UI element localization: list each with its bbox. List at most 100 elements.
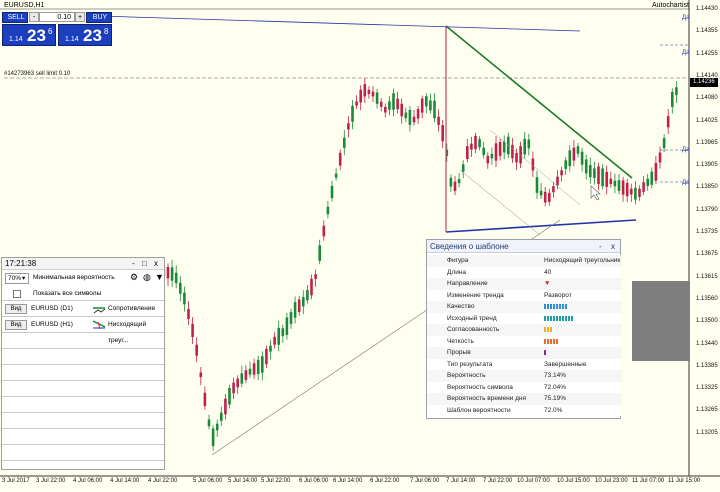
- sell-price-sup: 6: [48, 27, 53, 36]
- candle-body: [466, 146, 469, 160]
- right-marker[interactable]: Да: [682, 147, 689, 153]
- price-scale-label: 1.13440: [696, 340, 718, 347]
- sell-price-box[interactable]: 1.14 23 6: [2, 24, 56, 46]
- empty-list-row: [2, 413, 164, 429]
- candle-body: [666, 116, 670, 128]
- time-scale-label: 10 Jul 15:00: [557, 478, 590, 484]
- gear-icon[interactable]: ⚙: [130, 272, 138, 283]
- candle-body: [609, 178, 613, 185]
- price-scale-label: 1.13385: [696, 362, 718, 369]
- rating-bar: [544, 338, 546, 344]
- info-label: Качество: [447, 303, 475, 310]
- info-value: [544, 304, 568, 311]
- candle-body: [240, 373, 244, 384]
- descending-triangle-icon: [92, 320, 106, 330]
- candle-body: [556, 176, 559, 186]
- time-scale-label: 7 Jul 14:00: [446, 478, 476, 484]
- minimize-button[interactable]: -: [599, 240, 602, 253]
- minimize-button[interactable]: -: [132, 258, 135, 270]
- view-button[interactable]: Вид: [5, 320, 27, 330]
- buy-price-box[interactable]: 1.14 23 8: [58, 24, 112, 46]
- rating-bar: [550, 327, 552, 332]
- candle-body: [429, 100, 432, 111]
- candle-body: [630, 188, 633, 195]
- candle-body: [330, 185, 334, 199]
- rating-bar: [562, 304, 564, 309]
- row-symbol: EURUSD (D1): [31, 305, 73, 312]
- restore-button[interactable]: □: [142, 258, 147, 270]
- price-scale-label: 1.13735: [696, 229, 718, 235]
- show-all-row: Показать все символы: [2, 286, 164, 301]
- rating-bar: [544, 350, 546, 355]
- close-button[interactable]: x: [154, 258, 158, 270]
- info-value: 40: [544, 268, 552, 276]
- candle-body: [482, 147, 485, 155]
- candle-body: [527, 139, 531, 149]
- list-item[interactable]: Вид EURUSD (H1) Нисходящий треуг...: [2, 317, 164, 344]
- right-marker[interactable]: Да: [682, 180, 689, 186]
- rating-bar: [547, 315, 549, 321]
- probability-select[interactable]: 70% ▾: [5, 273, 29, 284]
- candle-body: [662, 138, 666, 149]
- volume-increase-button[interactable]: +: [75, 12, 85, 22]
- volume-input[interactable]: 0.10: [39, 12, 75, 22]
- resistance-icon: [93, 307, 106, 314]
- candle-body: [384, 106, 387, 113]
- show-all-checkbox[interactable]: [13, 290, 21, 298]
- candle-body: [183, 292, 186, 305]
- candle-body: [310, 278, 313, 296]
- candle-body: [379, 101, 383, 107]
- rating-bar: [553, 304, 555, 309]
- empty-list-row: [2, 365, 164, 381]
- price-scale-label: 1.14025: [696, 117, 718, 124]
- candle-body: [203, 392, 207, 407]
- filter-icon[interactable]: ▼: [155, 272, 164, 282]
- candle-body: [535, 177, 539, 193]
- info-value: 72.0%: [544, 406, 563, 414]
- candle-body: [347, 123, 350, 130]
- info-label: Вероятность: [447, 372, 486, 379]
- right-marker[interactable]: Да: [682, 50, 689, 56]
- time-scale-label: 10 Jul 23:00: [595, 478, 628, 484]
- info-value: 73.14%: [544, 372, 567, 379]
- rating-bar: [550, 304, 552, 309]
- close-button[interactable]: x: [611, 240, 615, 253]
- info-value: [544, 327, 553, 334]
- price-scale-label: 1.13790: [696, 206, 718, 213]
- rating-bar: [562, 315, 564, 321]
- candle-body: [457, 179, 461, 184]
- rating-bar: [547, 338, 549, 344]
- candle-body: [174, 272, 178, 284]
- candle-body: [486, 155, 490, 164]
- right-marker[interactable]: Да: [682, 15, 689, 21]
- rating-bar: [559, 304, 561, 309]
- autochartist-label: Autochartist: [652, 2, 689, 9]
- time-scale-label: 4 Jul 06:00: [73, 478, 103, 484]
- current-price-tag: 1.14236: [690, 78, 718, 87]
- info-label: Изменение тренда: [447, 291, 504, 299]
- empty-list-row: [2, 333, 164, 349]
- candle-body: [593, 168, 596, 178]
- candle-body: [388, 101, 391, 110]
- sell-button[interactable]: SELL: [2, 12, 28, 23]
- candle-body: [224, 398, 227, 415]
- candle-body: [539, 190, 543, 196]
- view-button[interactable]: Вид: [5, 304, 27, 314]
- candle-body: [392, 93, 395, 110]
- candle-body: [425, 96, 428, 107]
- candle-body: [211, 428, 215, 446]
- info-row: Качество: [427, 301, 622, 313]
- rating-bar: [544, 327, 546, 332]
- candle-body: [248, 368, 252, 375]
- candle-body: [568, 150, 572, 167]
- list-item[interactable]: Вид EURUSD (D1) Сопротивление: [2, 301, 164, 317]
- candle-body: [601, 168, 604, 187]
- info-row: Согласованность: [427, 324, 622, 336]
- volume-decrease-button[interactable]: -: [29, 12, 39, 22]
- info-value: 75.19%: [544, 395, 567, 402]
- row-pattern: Сопротивление: [108, 305, 156, 312]
- candle-body: [408, 109, 412, 125]
- buy-button[interactable]: BUY: [86, 12, 112, 23]
- globe-icon[interactable]: ◍: [143, 272, 151, 283]
- autochartist-list-panel: 17:21:38 - □ x 70% ▾ Минимальная вероятн…: [1, 257, 165, 470]
